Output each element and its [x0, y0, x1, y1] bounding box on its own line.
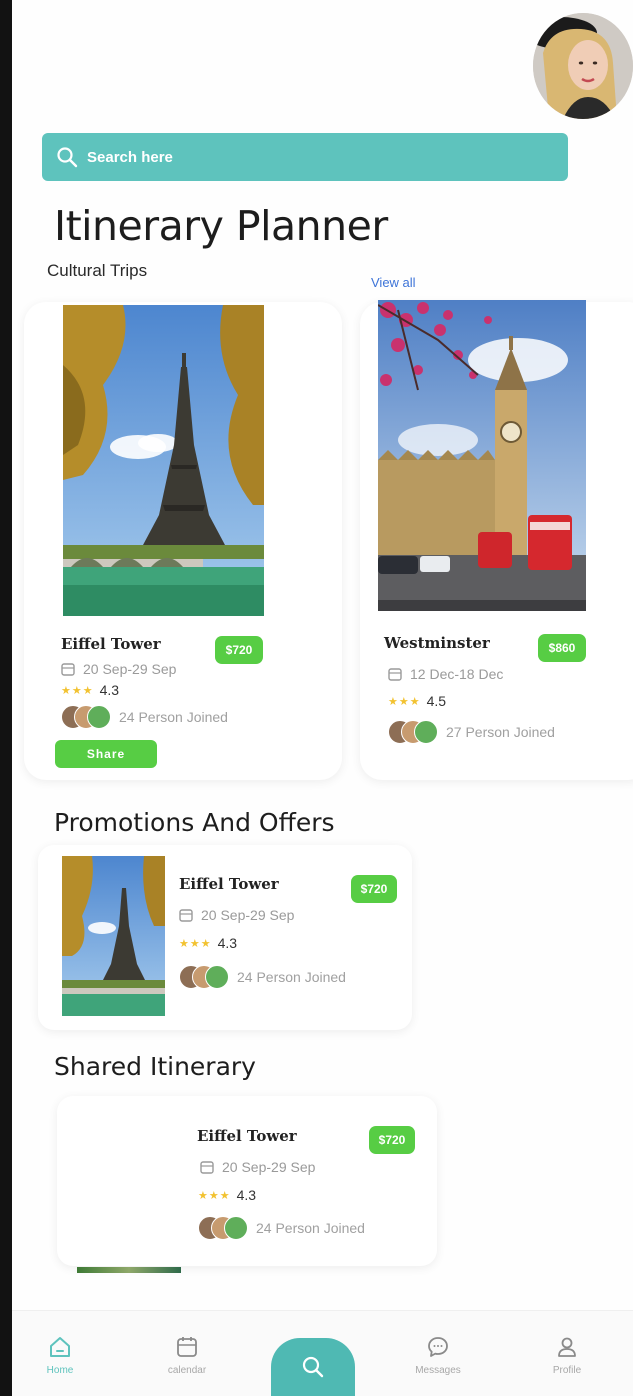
date-text: 20 Sep-29 Sep — [83, 661, 177, 677]
trip-dates: 20 Sep-29 Sep — [61, 661, 176, 677]
nav-profile[interactable]: Profile — [547, 1335, 587, 1376]
promotions-title: Promotions And Offers — [54, 808, 335, 837]
shared-itinerary-card[interactable] — [57, 1096, 437, 1266]
rating-value: 4.3 — [99, 682, 120, 698]
trip-name: Westminster — [384, 634, 490, 652]
avatar — [205, 965, 229, 989]
search-input[interactable]: Search here — [87, 149, 173, 166]
chat-icon — [428, 1337, 448, 1357]
promotion-name: Eiffel Tower — [179, 875, 279, 893]
avatar-stack — [388, 720, 440, 744]
avatar — [224, 1216, 248, 1240]
profile-icon — [558, 1337, 576, 1357]
avatar — [87, 705, 111, 729]
date-text: 20 Sep-29 Sep — [201, 907, 295, 923]
joined-text: 24 Person Joined — [119, 709, 228, 725]
search-bar[interactable]: Search here — [42, 133, 568, 181]
price-badge: $720 — [369, 1126, 415, 1154]
shared-item-dates: 20 Sep-29 Sep — [200, 1159, 315, 1175]
star-icon: ★★★ — [179, 937, 212, 950]
user-avatar[interactable] — [533, 13, 633, 119]
shared-item-rating: ★★★ 4.3 — [198, 1187, 256, 1203]
joined-text: 24 Person Joined — [256, 1220, 365, 1236]
joined-info: 27 Person Joined — [388, 720, 555, 744]
promotion-rating: ★★★ 4.3 — [179, 935, 237, 951]
nav-calendar[interactable]: calendar — [162, 1335, 212, 1376]
avatar-stack — [179, 965, 231, 989]
nav-label-messages: Messages — [415, 1365, 461, 1376]
nav-home[interactable]: Home — [40, 1335, 80, 1376]
trip-rating: ★★★ 4.3 — [61, 682, 119, 698]
section-subtitle: Cultural Trips — [47, 261, 148, 280]
joined-info: 24 Person Joined — [179, 965, 346, 989]
calendar-icon — [179, 909, 193, 922]
star-icon: ★★★ — [388, 695, 421, 708]
calendar-icon — [388, 668, 402, 681]
avatar-stack — [198, 1216, 250, 1240]
nav-messages[interactable]: Messages — [408, 1335, 468, 1376]
search-icon — [57, 147, 78, 168]
nav-label-calendar: calendar — [167, 1365, 207, 1376]
home-icon — [50, 1337, 70, 1357]
nav-label-home: Home — [46, 1365, 74, 1376]
avatar — [414, 720, 438, 744]
view-all-link[interactable]: View all — [371, 275, 416, 290]
star-icon: ★★★ — [198, 1189, 231, 1202]
price-badge: $720 — [351, 875, 397, 903]
joined-info: 24 Person Joined — [61, 705, 228, 729]
page-title: Itinerary Planner — [54, 202, 388, 250]
app-screen: Search here Itinerary Planner Cultural T… — [12, 0, 633, 1396]
big-ben-photo — [378, 300, 586, 611]
trip-rating: ★★★ 4.5 — [388, 693, 446, 709]
promotion-photo — [62, 856, 165, 1016]
calendar-icon — [200, 1161, 214, 1174]
calendar-icon — [177, 1337, 197, 1357]
star-icon: ★★★ — [61, 684, 94, 697]
date-text: 20 Sep-29 Sep — [222, 1159, 316, 1175]
joined-text: 27 Person Joined — [446, 724, 555, 740]
share-button[interactable]: Share — [55, 740, 157, 768]
avatar-stack — [61, 705, 113, 729]
calendar-icon — [61, 663, 75, 676]
trip-name: Eiffel Tower — [61, 635, 161, 653]
joined-info: 24 Person Joined — [198, 1216, 365, 1240]
price-badge: $720 — [215, 636, 263, 664]
search-icon — [302, 1356, 324, 1378]
trip-dates: 12 Dec-18 Dec — [388, 666, 503, 682]
rating-value: 4.3 — [217, 935, 238, 951]
joined-text: 24 Person Joined — [237, 969, 346, 985]
shared-itinerary-title: Shared Itinerary — [54, 1052, 256, 1081]
bottom-nav: Home calendar Messages Profile — [12, 1310, 633, 1396]
shared-photo-strip — [77, 1267, 181, 1273]
nav-label-profile: Profile — [552, 1365, 582, 1376]
date-text: 12 Dec-18 Dec — [410, 666, 504, 682]
price-badge: $860 — [538, 634, 586, 662]
search-fab-button[interactable] — [271, 1338, 355, 1396]
rating-value: 4.5 — [426, 693, 447, 709]
shared-item-name: Eiffel Tower — [197, 1127, 297, 1145]
promotion-dates: 20 Sep-29 Sep — [179, 907, 294, 923]
rating-value: 4.3 — [236, 1187, 257, 1203]
eiffel-tower-photo — [63, 305, 264, 616]
